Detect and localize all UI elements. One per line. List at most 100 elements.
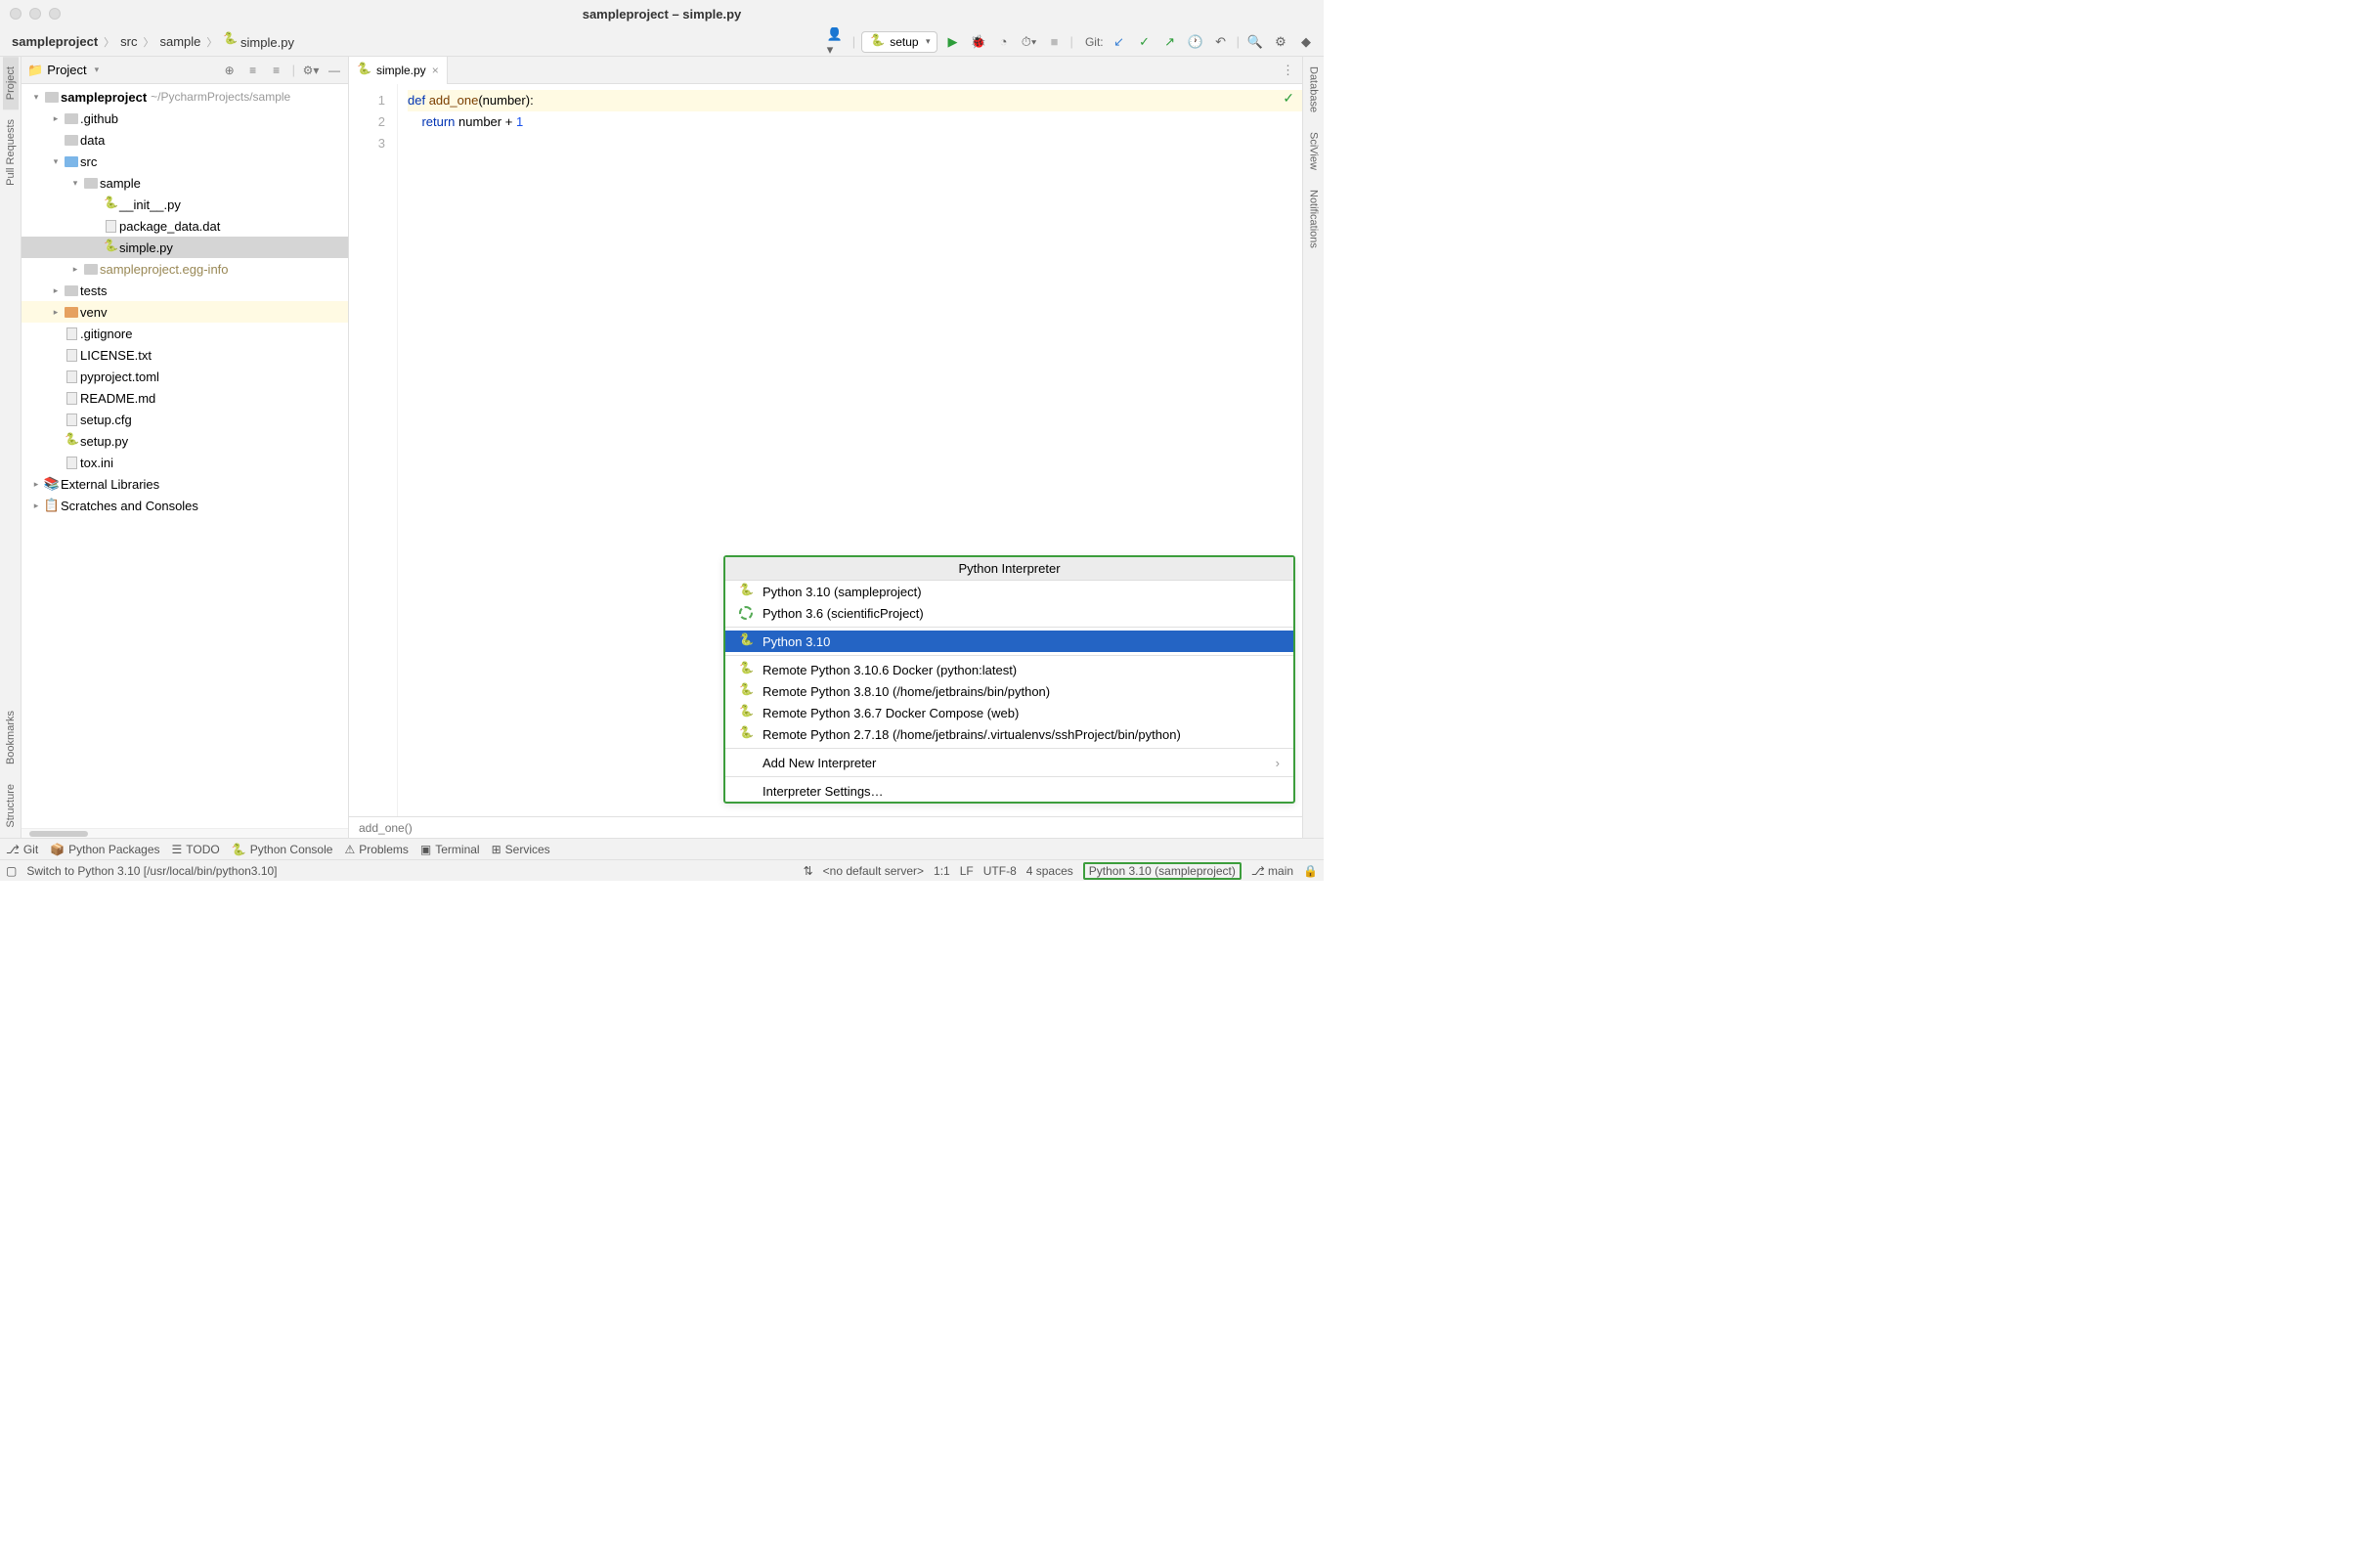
git-pull-button[interactable]: ↙ (1110, 32, 1129, 52)
project-scrollbar[interactable] (22, 828, 348, 838)
status-bar: ▢ Switch to Python 3.10 [/usr/local/bin/… (0, 859, 1324, 881)
problems-tool-tab[interactable]: ⚠ Problems (344, 843, 408, 856)
tool-window-toggle-icon[interactable]: ▢ (6, 864, 17, 878)
interpreter-option[interactable]: Remote Python 3.6.7 Docker Compose (web) (725, 702, 1293, 723)
interpreter-option-selected[interactable]: Python 3.10 (725, 631, 1293, 652)
run-button[interactable]: ▶ (943, 32, 963, 52)
sciview-tool-tab[interactable]: SciView (1306, 122, 1322, 180)
tree-root[interactable]: ▾ sampleproject ~/PycharmProjects/sample (22, 86, 348, 108)
project-tool-tab[interactable]: Project (3, 57, 19, 109)
tree-file-setuppy[interactable]: setup.py (22, 430, 348, 452)
interpreter-option[interactable]: Remote Python 3.10.6 Docker (python:late… (725, 659, 1293, 680)
interpreter-widget[interactable]: Python 3.10 (sampleproject) (1083, 862, 1242, 880)
terminal-tool-tab[interactable]: ▣ Terminal (420, 843, 480, 856)
deployment-server[interactable]: <no default server> (823, 864, 924, 878)
tree-scratches[interactable]: ▸📋Scratches and Consoles (22, 495, 348, 516)
search-icon[interactable]: 🔍 (1245, 32, 1265, 52)
close-tab-icon[interactable]: × (432, 64, 439, 77)
tree-file-gitignore[interactable]: .gitignore (22, 323, 348, 344)
breadcrumb-root[interactable]: sampleproject (8, 32, 102, 51)
pycharm-icon[interactable]: ◆ (1296, 32, 1316, 52)
tree-file-pkgdata[interactable]: package_data.dat (22, 215, 348, 237)
run-configuration-selector[interactable]: setup (861, 31, 937, 53)
hide-panel-icon[interactable]: — (327, 63, 342, 78)
tree-folder-data[interactable]: data (22, 129, 348, 151)
debug-button[interactable]: 🐞 (969, 32, 988, 52)
breadcrumb-file[interactable]: simple.py (219, 31, 298, 52)
python-icon (870, 35, 884, 49)
project-panel-title[interactable]: Project (47, 63, 86, 77)
interpreter-option[interactable]: Remote Python 2.7.18 (/home/jetbrains/.v… (725, 723, 1293, 745)
select-open-file-icon[interactable]: ⊕ (222, 63, 238, 78)
tree-folder-egginfo[interactable]: ▸sampleproject.egg-info (22, 258, 348, 280)
breadcrumb-sample[interactable]: sample (156, 32, 205, 51)
tree-folder-sample[interactable]: ▾sample (22, 172, 348, 194)
settings-icon[interactable]: ⚙ (1271, 32, 1290, 52)
editor-tab-simple[interactable]: simple.py × (349, 57, 448, 84)
breadcrumb-src[interactable]: src (116, 32, 141, 51)
git-push-button[interactable]: ↗ (1160, 32, 1180, 52)
indent-settings[interactable]: 4 spaces (1026, 864, 1073, 878)
bookmarks-tool-tab[interactable]: Bookmarks (3, 701, 19, 774)
tree-folder-venv[interactable]: ▸venv (22, 301, 348, 323)
tree-file-pyproject[interactable]: pyproject.toml (22, 366, 348, 387)
undo-button[interactable]: ↶ (1211, 32, 1231, 52)
python-icon (104, 197, 117, 211)
tree-folder-src[interactable]: ▾src (22, 151, 348, 172)
editor-breadcrumb[interactable]: add_one() (349, 816, 1302, 838)
project-panel: 📁 Project ▾ ⊕ ≡ ≡ | ⚙▾ — ▾ sampleproject… (22, 57, 349, 838)
tree-file-setupcfg[interactable]: setup.cfg (22, 409, 348, 430)
inspection-ok-icon[interactable]: ✓ (1283, 90, 1294, 107)
tree-folder-github[interactable]: ▸.github (22, 108, 348, 129)
python-packages-tool-tab[interactable]: 📦 Python Packages (50, 843, 159, 856)
tree-file-license[interactable]: LICENSE.txt (22, 344, 348, 366)
line-separator[interactable]: LF (960, 864, 974, 878)
interpreter-option[interactable]: Remote Python 3.8.10 (/home/jetbrains/bi… (725, 680, 1293, 702)
database-tool-tab[interactable]: Database (1306, 57, 1322, 122)
collapse-all-icon[interactable]: ≡ (269, 63, 284, 78)
navigation-bar: sampleproject 〉 src 〉 sample 〉 simple.py… (0, 27, 1324, 57)
git-branch[interactable]: ⎇ main (1251, 864, 1293, 878)
run-config-label: setup (890, 35, 918, 49)
user-icon[interactable]: 👤▾ (827, 32, 847, 52)
project-tree[interactable]: ▾ sampleproject ~/PycharmProjects/sample… (22, 84, 348, 828)
lock-icon[interactable]: 🔒 (1303, 864, 1318, 878)
python-icon (739, 585, 753, 598)
interpreter-option[interactable]: Python 3.10 (sampleproject) (725, 581, 1293, 602)
history-button[interactable]: 🕐 (1186, 32, 1205, 52)
coverage-button[interactable]: ◔ (994, 32, 1014, 52)
tree-folder-tests[interactable]: ▸tests (22, 280, 348, 301)
structure-tool-tab[interactable]: Structure (3, 774, 19, 838)
tree-file-simple[interactable]: simple.py (22, 237, 348, 258)
interpreter-settings-button[interactable]: Interpreter Settings… (725, 780, 1293, 802)
add-interpreter-button[interactable]: Add New Interpreter› (725, 752, 1293, 773)
python-icon (104, 240, 117, 254)
dropdown-icon[interactable]: ▾ (95, 65, 100, 75)
tree-file-readme[interactable]: README.md (22, 387, 348, 409)
bottom-tool-bar: ⎇ Git 📦 Python Packages ☰ TODO 🐍 Python … (0, 838, 1324, 859)
close-window-button[interactable] (10, 8, 22, 20)
maximize-window-button[interactable] (49, 8, 61, 20)
tree-file-init[interactable]: __init__.py (22, 194, 348, 215)
tree-external-libs[interactable]: ▸📚External Libraries (22, 473, 348, 495)
editor-tabs-menu-icon[interactable]: ⋮ (1274, 63, 1302, 78)
caret-position[interactable]: 1:1 (934, 864, 950, 878)
project-panel-header: 📁 Project ▾ ⊕ ≡ ≡ | ⚙▾ — (22, 57, 348, 84)
deployment-server-icon[interactable]: ⇅ (804, 864, 813, 878)
tree-file-toxini[interactable]: tox.ini (22, 452, 348, 473)
file-encoding[interactable]: UTF-8 (983, 864, 1017, 878)
git-commit-button[interactable]: ✓ (1135, 32, 1155, 52)
minimize-window-button[interactable] (29, 8, 41, 20)
services-tool-tab[interactable]: ⊞ Services (492, 843, 550, 856)
notifications-tool-tab[interactable]: Notifications (1306, 180, 1322, 258)
python-console-tool-tab[interactable]: 🐍 Python Console (232, 843, 333, 856)
pull-requests-tool-tab[interactable]: Pull Requests (3, 109, 19, 196)
git-tool-tab[interactable]: ⎇ Git (6, 843, 38, 856)
todo-tool-tab[interactable]: ☰ TODO (172, 843, 220, 856)
right-tool-gutter: Database SciView Notifications (1302, 57, 1324, 838)
profile-button[interactable]: ⏱▾ (1020, 32, 1039, 52)
panel-settings-icon[interactable]: ⚙▾ (303, 63, 319, 78)
expand-all-icon[interactable]: ≡ (245, 63, 261, 78)
stop-button: ■ (1045, 32, 1065, 52)
interpreter-option[interactable]: Python 3.6 (scientificProject) (725, 602, 1293, 624)
